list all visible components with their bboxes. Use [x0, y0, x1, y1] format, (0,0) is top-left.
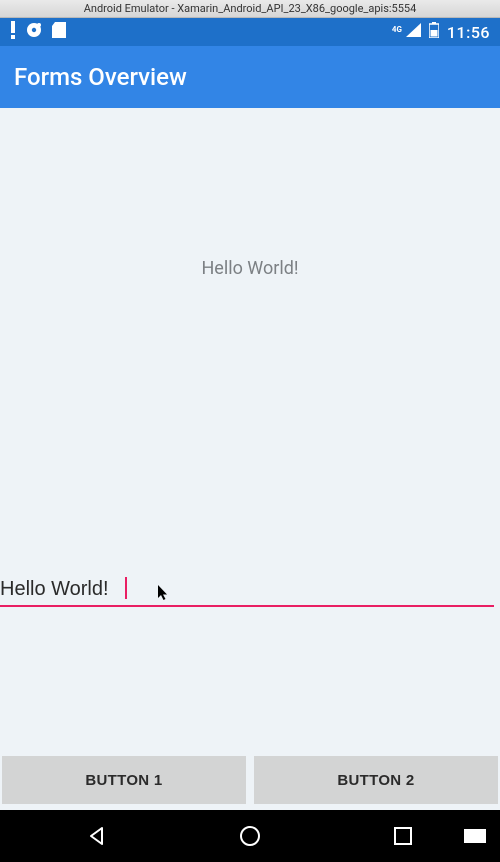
sd-card-icon	[52, 22, 66, 42]
nav-home-button[interactable]	[220, 816, 280, 856]
cell-signal-icon	[406, 23, 421, 41]
emulator-window-title: Android Emulator - Xamarin_Android_API_2…	[84, 2, 417, 15]
button-2[interactable]: BUTTON 2	[254, 756, 498, 804]
button-row: BUTTON 1 BUTTON 2	[0, 752, 500, 810]
android-status-bar: 4G 11:56	[0, 18, 500, 46]
text-entry-container	[0, 576, 494, 607]
page-content: Hello World! BUTTON 1 BUTTON 2	[0, 108, 500, 810]
nav-recents-button[interactable]	[373, 816, 433, 856]
emulator-title-bar: Android Emulator - Xamarin_Android_API_2…	[0, 0, 500, 18]
hello-label: Hello World!	[0, 258, 500, 279]
app-bar: Forms Overview	[0, 46, 500, 108]
keyboard-toggle-icon[interactable]	[460, 816, 490, 856]
device-screen: 4G 11:56 Forms Overview Hello World! BUT…	[0, 18, 500, 862]
android-nav-bar	[0, 810, 500, 862]
page-title: Forms Overview	[14, 63, 187, 91]
priority-icon	[10, 21, 16, 43]
battery-icon	[429, 22, 439, 42]
nav-back-button[interactable]	[67, 816, 127, 856]
disc-icon	[26, 22, 42, 42]
text-entry[interactable]	[0, 576, 494, 607]
text-caret	[125, 577, 127, 599]
status-clock: 11:56	[447, 23, 490, 42]
button-1[interactable]: BUTTON 1	[2, 756, 246, 804]
network-type-label: 4G	[392, 26, 402, 34]
